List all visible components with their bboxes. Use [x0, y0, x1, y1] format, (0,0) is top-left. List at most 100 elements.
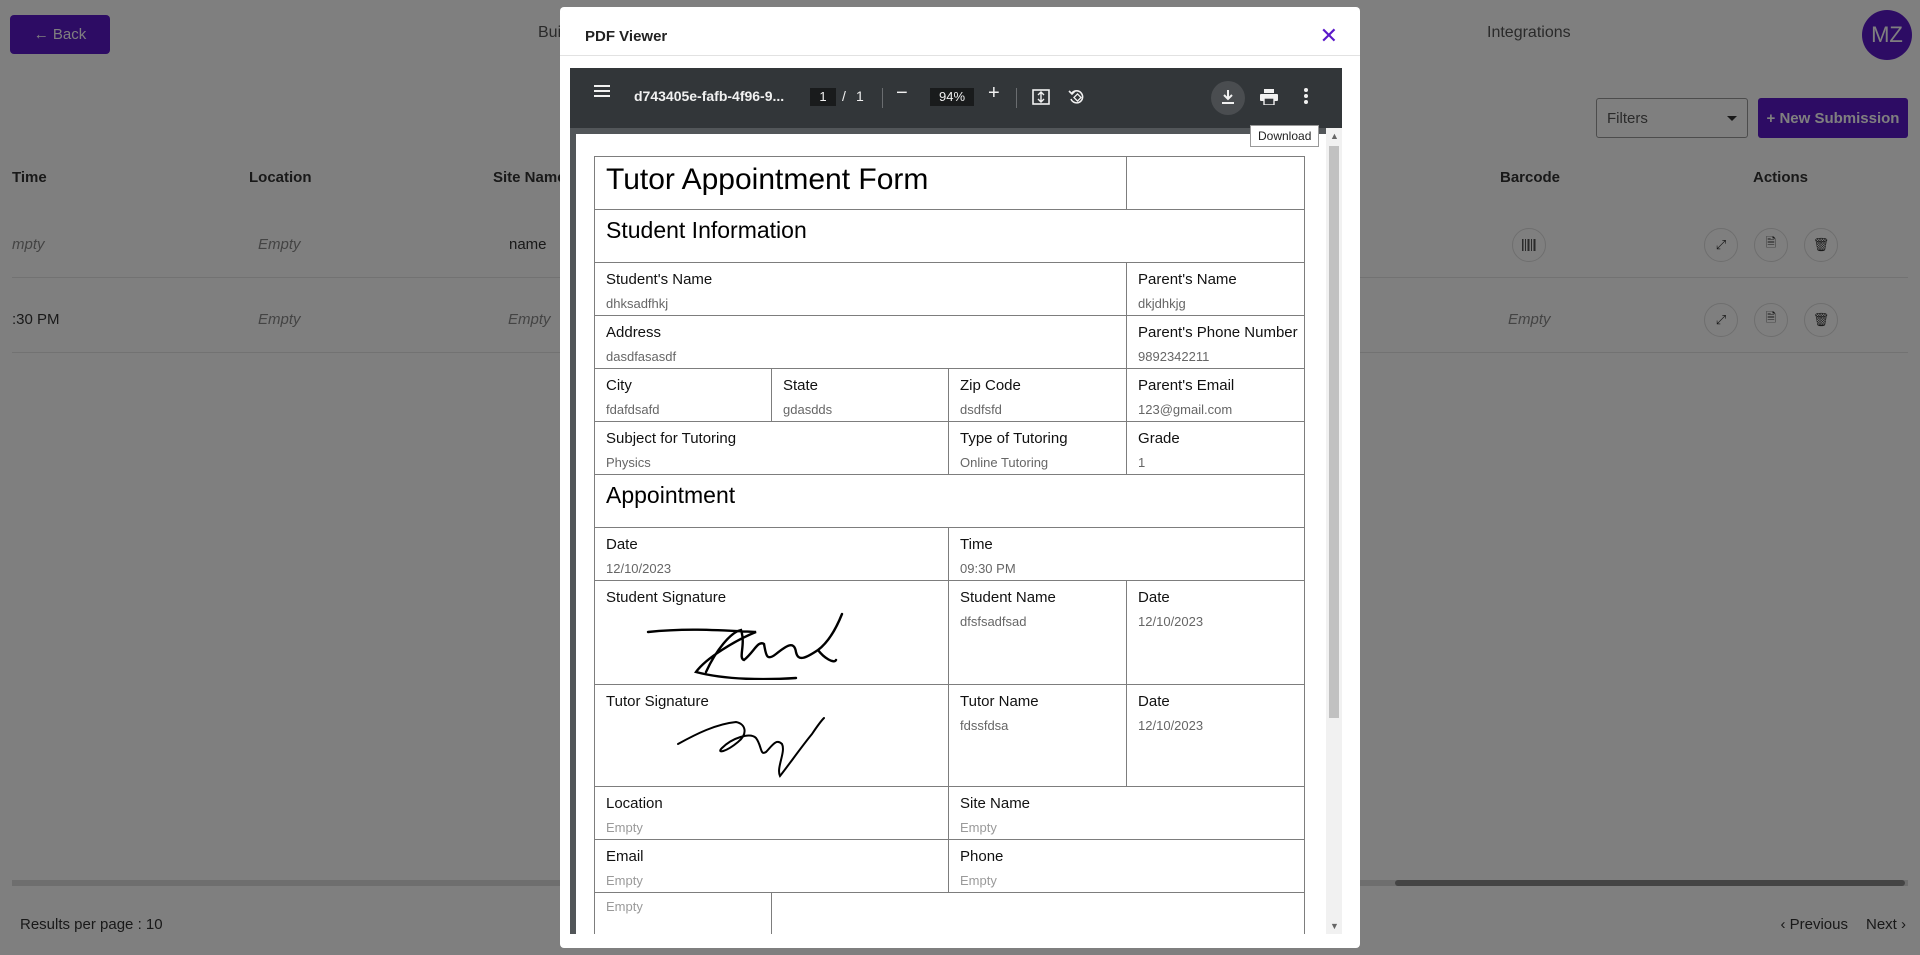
parents-name-cell: Parent's Name dkjdhkjg [1126, 262, 1306, 316]
vertical-scrollbar[interactable]: ▲ ▼ [1326, 128, 1342, 934]
pdf-viewer: d743405e-fafb-4f96-9... 1 / 1 − 94% + Do… [570, 68, 1342, 934]
scroll-down-icon[interactable]: ▼ [1330, 921, 1339, 931]
scroll-thumb[interactable] [1329, 146, 1339, 718]
grade-cell: Grade 1 [1126, 421, 1306, 475]
page-separator: / [842, 88, 846, 104]
field-label: Date [1138, 589, 1170, 606]
pdf-viewer-modal: PDF Viewer ✕ d743405e-fafb-4f96-9... 1 /… [560, 7, 1360, 948]
address-cell: Address dasdfasasdf [593, 315, 1128, 369]
field-label: Tutor Signature [606, 693, 709, 710]
appointment-section-cell: Appointment [593, 474, 1306, 528]
menu-icon[interactable] [594, 84, 610, 101]
section-heading-appointment: Appointment [606, 482, 736, 508]
field-value: Empty [606, 873, 643, 888]
page-total: 1 [856, 88, 864, 104]
field-label: Student Signature [606, 589, 727, 606]
zip-cell: Zip Code dsdfsfd [947, 368, 1128, 422]
field-label: Student's Name [606, 271, 713, 288]
field-value: dhksadfhkj [606, 296, 669, 311]
field-value: Empty [606, 899, 643, 914]
field-label: Zip Code [960, 377, 1021, 394]
tutor-signature-image [677, 717, 825, 778]
field-label: Grade [1138, 430, 1180, 447]
field-label: Time [960, 536, 993, 553]
field-label: Site Name [960, 795, 1031, 812]
field-label: Parent's Phone Number [1138, 324, 1298, 341]
field-label: Phone [960, 848, 1004, 865]
rotate-icon[interactable] [1068, 88, 1086, 109]
field-label: Parent's Email [1138, 377, 1235, 394]
field-value: 123@gmail.com [1138, 402, 1233, 417]
field-label: Subject for Tutoring [606, 430, 737, 447]
field-value: 09:30 PM [960, 561, 1016, 576]
field-label: City [606, 377, 632, 394]
email-cell: Email Empty [594, 839, 949, 893]
field-label: Tutor Name [960, 693, 1039, 710]
logo-cell [1126, 156, 1306, 210]
field-label: Address [606, 324, 662, 341]
field-value: fdssfdsa [960, 718, 1009, 733]
field-label: Email [606, 848, 644, 865]
tutor-sig-date-cell: Date 12/10/2023 [1126, 684, 1306, 787]
parents-email-cell: Parent's Email 123@gmail.com [1126, 368, 1306, 422]
site-name-cell: Site Name Empty [947, 786, 1306, 840]
download-icon[interactable] [1220, 89, 1236, 108]
print-icon[interactable] [1260, 89, 1278, 108]
tutor-appointment-form: Tutor Appointment Form Student Informati… [593, 156, 1306, 934]
section-heading-student: Student Information [606, 217, 807, 243]
toolbar-separator [882, 88, 883, 108]
field-value: dsdfsfd [960, 402, 1002, 417]
parents-phone-cell: Parent's Phone Number 9892342211 [1126, 315, 1306, 369]
location-cell: Location Empty [594, 786, 949, 840]
field-value: dfsfsadfsad [960, 614, 1027, 629]
field-value: Online Tutoring [960, 455, 1049, 470]
field-label: Student Name [960, 589, 1056, 606]
toolbar-separator [1016, 88, 1017, 108]
student-section-cell: Student Information [593, 209, 1306, 263]
download-tooltip: Download [1250, 125, 1320, 147]
divider [560, 55, 1360, 56]
more-options-icon[interactable] [1304, 87, 1308, 108]
tutoring-type-cell: Type of Tutoring Online Tutoring [947, 421, 1128, 475]
last-row-cell: Empty [594, 892, 772, 934]
pdf-page: Tutor Appointment Form Student Informati… [576, 134, 1326, 934]
field-value: 1 [1138, 455, 1146, 470]
state-cell: State gdasdds [771, 368, 949, 422]
zoom-out-icon[interactable]: − [896, 82, 908, 105]
last-row-empty-cell [770, 892, 1306, 934]
student-name-cell: Student Name dfsfsadfsad [947, 580, 1128, 685]
scroll-up-icon[interactable]: ▲ [1330, 131, 1339, 141]
students-name-cell: Student's Name dhksadfhkj [593, 262, 1128, 316]
field-value: fdafdsafd [606, 402, 660, 417]
pdf-toolbar: d743405e-fafb-4f96-9... 1 / 1 − 94% + [570, 68, 1342, 128]
subject-cell: Subject for Tutoring Physics [594, 421, 949, 475]
field-label: Date [1138, 693, 1170, 710]
city-cell: City fdafdsafd [594, 368, 772, 422]
tutor-name-cell: Tutor Name fdssfdsa [947, 684, 1128, 787]
student-signature-image [646, 612, 844, 680]
file-name: d743405e-fafb-4f96-9... [634, 88, 785, 104]
zoom-input[interactable]: 94% [930, 88, 974, 106]
tutor-signature-cell: Tutor Signature [594, 684, 949, 787]
fit-page-icon[interactable] [1032, 89, 1050, 108]
field-value: Physics [606, 455, 651, 470]
field-value: Empty [960, 873, 997, 888]
phone-cell: Phone Empty [947, 839, 1306, 893]
field-label: Date [606, 536, 638, 553]
form-title: Tutor Appointment Form [606, 163, 929, 196]
zoom-in-icon[interactable]: + [988, 82, 1000, 105]
field-value: Empty [960, 820, 997, 835]
modal-title: PDF Viewer [585, 28, 668, 45]
close-icon[interactable]: ✕ [1320, 25, 1338, 47]
field-value: 12/10/2023 [1138, 614, 1204, 629]
field-value: Empty [606, 820, 643, 835]
field-label: Type of Tutoring [960, 430, 1068, 447]
page-number-input[interactable]: 1 [810, 88, 836, 106]
field-label: State [783, 377, 819, 394]
field-value: 12/10/2023 [1138, 718, 1204, 733]
field-value: dasdfasasdf [606, 349, 677, 364]
date-cell: Date 12/10/2023 [594, 527, 949, 581]
form-title-cell: Tutor Appointment Form [593, 156, 1128, 210]
field-label: Parent's Name [1138, 271, 1237, 288]
field-value: 12/10/2023 [606, 561, 672, 576]
